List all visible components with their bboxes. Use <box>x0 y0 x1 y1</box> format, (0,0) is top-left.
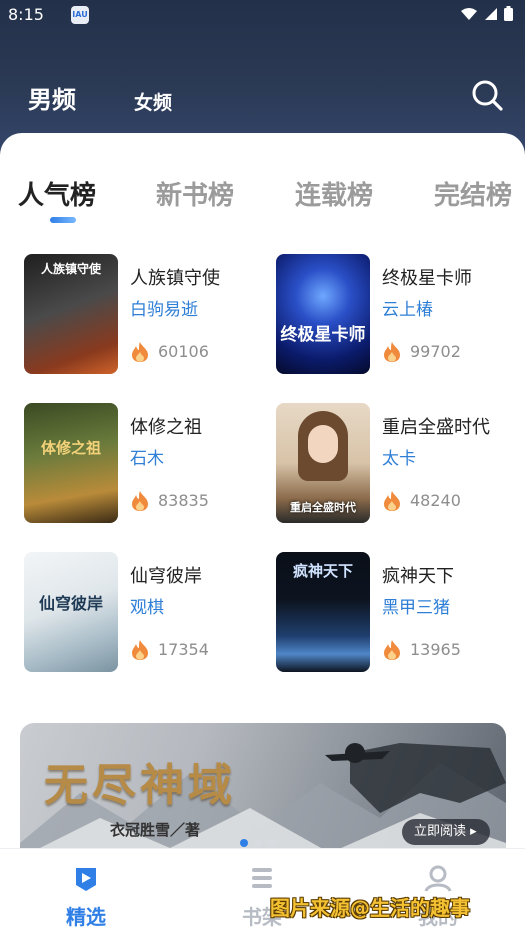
heat-count: 60106 <box>158 342 209 361</box>
cover-title: 人族镇守使 <box>40 262 101 276</box>
heat-count: 83835 <box>158 491 209 510</box>
book-title: 疯神天下 <box>382 566 454 587</box>
book-author[interactable]: 观棋 <box>130 593 164 618</box>
book-author[interactable]: 云上椿 <box>382 295 433 320</box>
book-cover[interactable]: 终极星卡师 <box>276 254 370 374</box>
book-title: 仙穹彼岸 <box>130 566 202 587</box>
fire-icon <box>132 640 148 660</box>
cover-title: 仙穹彼岸 <box>38 594 103 613</box>
tab-female[interactable]: 女频 <box>134 88 172 115</box>
cover-title: 终极星卡师 <box>280 325 366 345</box>
cover-title: 体修之祖 <box>40 439 101 457</box>
book-author[interactable]: 黑甲三猪 <box>382 593 450 618</box>
tab-completed[interactable]: 完结榜 <box>434 175 512 212</box>
cover-face <box>308 425 338 463</box>
banner-pagination <box>240 839 276 847</box>
content-sheet: 人气榜 新书榜 连载榜 完结榜 人族镇守使 人族镇守使 白驹易逝 60106 终… <box>0 133 525 942</box>
book-card[interactable]: 仙穹彼岸 仙穹彼岸 观棋 17354 <box>24 552 264 672</box>
tab-new-books[interactable]: 新书榜 <box>156 175 234 212</box>
read-now-button[interactable]: 立即阅读 ▸ <box>402 819 490 845</box>
heat-count: 48240 <box>410 491 461 510</box>
fire-icon <box>384 640 400 660</box>
active-tab-indicator <box>50 217 76 223</box>
book-author[interactable]: 石木 <box>130 444 164 469</box>
book-cover[interactable]: 体修之祖 <box>24 403 118 523</box>
status-bar: 8:15 IAU <box>0 0 525 30</box>
wifi-icon <box>461 7 477 20</box>
tab-male[interactable]: 男频 <box>28 80 76 115</box>
heat-count: 99702 <box>410 342 461 361</box>
heat-count: 17354 <box>158 640 209 659</box>
tab-serializing[interactable]: 连载榜 <box>295 175 373 212</box>
book-card[interactable]: 体修之祖 体修之祖 石木 83835 <box>24 403 264 523</box>
featured-icon <box>76 868 96 891</box>
tab-popular[interactable]: 人气榜 <box>18 175 96 212</box>
banner-title: 无尽神域 <box>44 760 236 811</box>
battery-icon <box>504 6 513 21</box>
banner-author: 衣冠胜雪／著 <box>110 821 201 839</box>
book-card[interactable]: 终极星卡师 终极星卡师 云上椿 99702 <box>276 254 516 374</box>
book-author[interactable]: 白驹易逝 <box>130 295 198 320</box>
status-time: 8:15 <box>8 5 44 24</box>
signal-icon <box>485 7 497 20</box>
nav-featured-label: 精选 <box>66 905 106 929</box>
cover-title: 重启全盛时代 <box>290 501 356 514</box>
book-card[interactable]: 重启全盛时代 重启全盛时代 太卡 48240 <box>276 403 516 523</box>
page-dot[interactable] <box>268 839 276 847</box>
nav-featured[interactable]: 精选 <box>41 863 131 930</box>
book-card[interactable]: 人族镇守使 人族镇守使 白驹易逝 60106 <box>24 254 264 374</box>
profile-icon <box>424 865 452 892</box>
app-header: 8:15 IAU 男频 女频 <box>0 0 525 150</box>
bookshelf-icon <box>252 868 272 888</box>
book-title: 体修之祖 <box>130 417 202 438</box>
book-cover[interactable]: 疯神天下 <box>276 552 370 672</box>
app-notification-icon: IAU <box>71 6 89 24</box>
book-title: 终极星卡师 <box>382 268 472 289</box>
book-cover[interactable]: 人族镇守使 <box>24 254 118 374</box>
system-indicators <box>460 6 513 21</box>
book-cover[interactable]: 重启全盛时代 <box>276 403 370 523</box>
book-title: 人族镇守使 <box>130 268 220 289</box>
image-source-watermark: 图片来源@生活的趣事 <box>270 896 470 920</box>
page-dot[interactable] <box>254 839 262 847</box>
fire-icon <box>132 342 148 362</box>
heat-count: 13965 <box>410 640 461 659</box>
cover-title: 疯神天下 <box>292 562 353 580</box>
book-title: 重启全盛时代 <box>382 417 490 438</box>
book-card[interactable]: 疯神天下 疯神天下 黑甲三猪 13965 <box>276 552 516 672</box>
rank-tabs: 人气榜 新书榜 连载榜 完结榜 <box>0 175 525 235</box>
fire-icon <box>132 491 148 511</box>
book-author[interactable]: 太卡 <box>382 444 416 469</box>
book-cover[interactable]: 仙穹彼岸 <box>24 552 118 672</box>
fire-icon <box>384 491 400 511</box>
page-dot[interactable] <box>240 839 248 847</box>
fire-icon <box>384 342 400 362</box>
search-icon[interactable] <box>470 78 504 112</box>
